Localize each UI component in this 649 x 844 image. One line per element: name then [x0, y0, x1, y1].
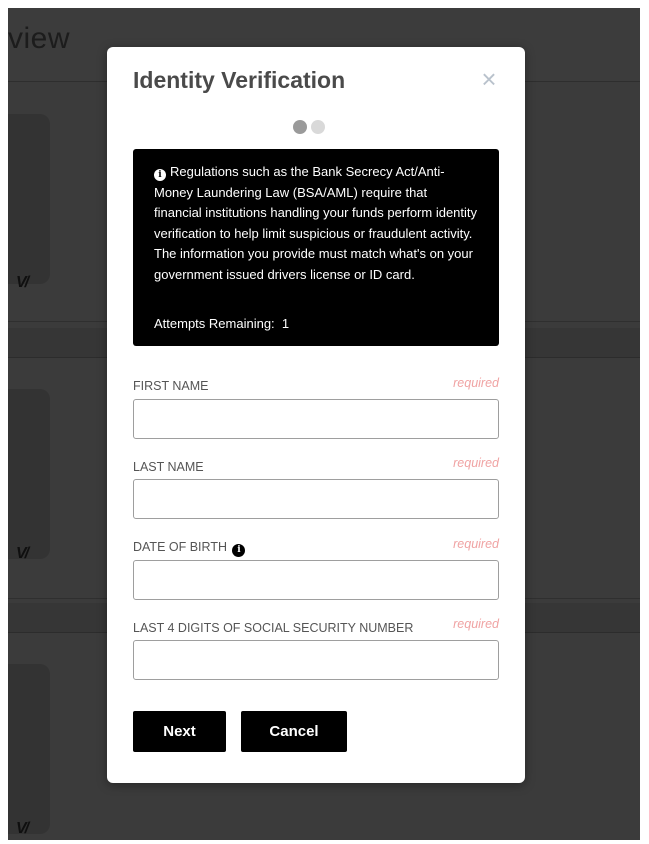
ssn-last4-input[interactable]: [133, 640, 499, 680]
first-name-required: required: [453, 376, 499, 390]
background-logo: V/: [16, 274, 29, 291]
ssn-last4-required: required: [453, 617, 499, 631]
attempts-label: Attempts Remaining:: [154, 316, 275, 331]
identity-verification-modal: Identity Verification × i Regulations suc…: [107, 47, 525, 783]
info-icon: i: [154, 169, 166, 181]
first-name-label: FIRST NAME: [133, 379, 209, 393]
info-text: Regulations such as the Bank Secrecy Act…: [154, 164, 478, 282]
last-name-label: LAST NAME: [133, 460, 204, 474]
background-page-title: view: [8, 22, 71, 55]
info-notice: i Regulations such as the Bank Secrecy Ac…: [133, 149, 499, 346]
info-icon[interactable]: i: [232, 544, 246, 557]
attempts-value: 1: [281, 316, 290, 331]
date-of-birth-required: required: [453, 537, 499, 551]
last-name-input[interactable]: [133, 479, 499, 519]
step-dot-inactive: [311, 120, 325, 134]
close-icon[interactable]: ×: [477, 66, 501, 92]
modal-title: Identity Verification: [133, 67, 346, 93]
background-logo: V/: [16, 545, 29, 562]
background-card: [8, 389, 50, 559]
last-name-required: required: [453, 456, 499, 470]
background-card: [8, 114, 50, 284]
attempts-remaining: Attempts Remaining: 1: [154, 314, 289, 335]
cancel-button[interactable]: Cancel: [241, 711, 347, 752]
step-indicator: [293, 120, 325, 134]
next-button[interactable]: Next: [133, 711, 226, 752]
date-of-birth-label-group: DATE OF BIRTH i: [133, 540, 246, 557]
date-of-birth-input[interactable]: [133, 560, 499, 600]
date-of-birth-label: DATE OF BIRTH: [133, 540, 227, 554]
info-text-block: i Regulations such as the Bank Secrecy Ac…: [154, 162, 478, 285]
background-card: [8, 664, 50, 834]
step-dot-active: [293, 120, 307, 134]
ssn-last4-label: LAST 4 DIGITS OF SOCIAL SECURITY NUMBER: [133, 621, 414, 635]
first-name-input[interactable]: [133, 399, 499, 439]
background-logo: V/: [16, 820, 29, 837]
